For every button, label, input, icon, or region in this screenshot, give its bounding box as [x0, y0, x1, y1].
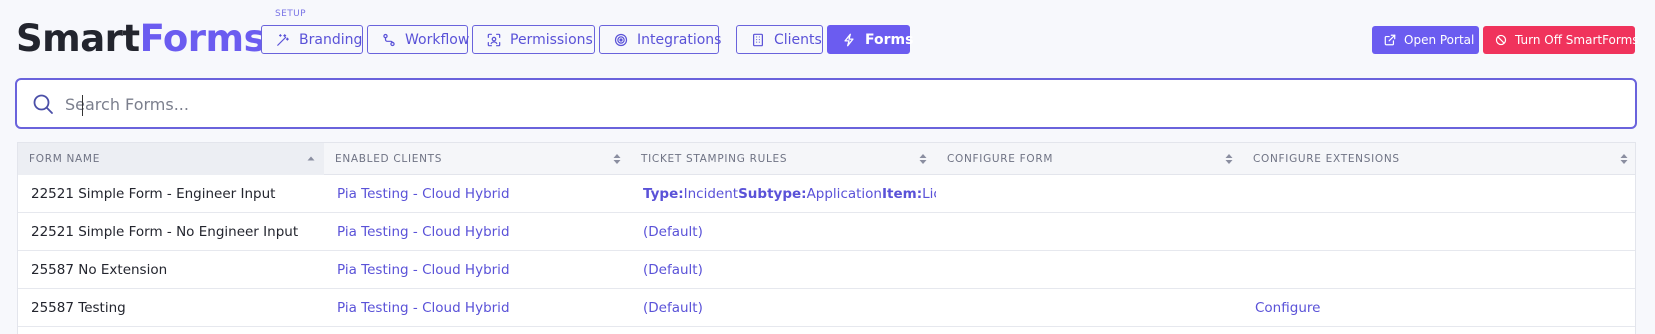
configure-extensions-link[interactable]: Configure [1242, 289, 1637, 327]
subtype-label: Subtype: [738, 186, 807, 202]
nav-workflow-label: Workflow [405, 31, 470, 48]
forms-table: FORM NAME ENABLED CLIENTS TICKET STAMPIN… [17, 142, 1636, 334]
column-header-label: FORM NAME [29, 153, 101, 165]
column-header-configure-extensions[interactable]: CONFIGURE EXTENSIONS [1242, 143, 1637, 175]
ban-icon [1495, 34, 1507, 46]
table-row[interactable]: 22521 Simple Form - No Engineer Input Pi… [18, 213, 1635, 251]
form-name-cell: 22521 Simple Form - No Engineer Input [31, 224, 299, 240]
item-label: Item: [882, 186, 923, 202]
nav-branding-label: Branding [299, 31, 363, 48]
lightning-icon [842, 33, 856, 47]
column-header-label: ENABLED CLIENTS [335, 153, 443, 165]
column-header-configure-form[interactable]: CONFIGURE FORM [936, 143, 1242, 175]
logo-text-forms: Forms [139, 17, 266, 60]
column-header-form-name[interactable]: FORM NAME [18, 143, 324, 175]
table-row[interactable]: 25587 No Extension Pia Testing - Cloud H… [18, 251, 1635, 289]
logo-text-smart: Smart [16, 17, 140, 60]
subtype-value: Application [806, 186, 882, 202]
search-icon [32, 93, 54, 115]
search-input[interactable] [65, 89, 1605, 119]
nav-forms-button[interactable]: Forms [827, 25, 914, 54]
configure-extensions-cell [1242, 175, 1637, 213]
sort-icon [918, 153, 928, 165]
nav-forms-label: Forms [865, 31, 914, 48]
enabled-client-link[interactable]: Pia Testing - Cloud Hybrid [324, 251, 630, 289]
stamping-rules-link[interactable]: (Default) [630, 213, 936, 251]
configure-form-cell [936, 213, 1242, 251]
open-portal-label: Open Portal [1404, 33, 1475, 47]
nav-branding-button[interactable]: Branding [261, 25, 363, 54]
nav-integrations-button[interactable]: Integrations [599, 25, 722, 54]
table-row[interactable]: 25587 Testing Pia Testing - Cloud Hybrid… [18, 289, 1635, 327]
turn-off-smartforms-button[interactable]: Turn Off SmartForms [1483, 26, 1639, 54]
scan-face-icon [487, 33, 501, 47]
open-portal-button[interactable]: Open Portal [1372, 26, 1479, 54]
setup-section-label: SETUP [275, 9, 306, 19]
nav-permissions-label: Permissions [510, 31, 593, 48]
text-cursor [82, 95, 83, 116]
column-header-ticket-stamping-rules[interactable]: TICKET STAMPING RULES [630, 143, 936, 175]
nav-integrations-label: Integrations [637, 31, 722, 48]
nav-clients-label: Clients [774, 31, 822, 48]
nav-workflow-button[interactable]: Workflow [367, 25, 470, 54]
target-icon [614, 33, 628, 47]
stamping-rules-link[interactable]: Type:IncidentSubtype:ApplicationItem:Lic… [630, 175, 936, 213]
sort-ascending-icon [306, 153, 316, 165]
column-header-enabled-clients[interactable]: ENABLED CLIENTS [324, 143, 630, 175]
column-header-label: TICKET STAMPING RULES [641, 153, 788, 165]
magic-wand-icon [276, 33, 290, 47]
stamping-rules-link[interactable]: (Default) [630, 251, 936, 289]
enabled-client-link[interactable]: Pia Testing - Cloud Hybrid [324, 213, 630, 251]
form-name-cell: 22521 Simple Form - Engineer Input [31, 186, 276, 202]
building-icon [751, 33, 765, 47]
configure-form-cell [936, 289, 1242, 327]
configure-form-cell [936, 175, 1242, 213]
configure-form-cell [936, 251, 1242, 289]
column-header-label: CONFIGURE EXTENSIONS [1253, 153, 1400, 165]
sort-icon [1619, 153, 1629, 165]
enabled-client-link[interactable]: Pia Testing - Cloud Hybrid [324, 289, 630, 327]
search-bar [15, 78, 1637, 129]
form-name-cell: 25587 No Extension [31, 262, 168, 278]
nav-clients-button[interactable]: Clients [736, 25, 823, 54]
enabled-client-link[interactable]: Pia Testing - Cloud Hybrid [324, 175, 630, 213]
sort-icon [1224, 153, 1234, 165]
stamping-rules-link[interactable]: (Default) [630, 289, 936, 327]
app-logo: SmartForms [16, 17, 266, 61]
configure-extensions-cell [1242, 251, 1637, 289]
table-row[interactable]: 22521 Simple Form - Engineer Input Pia T… [18, 175, 1635, 213]
type-value: Incident [683, 186, 739, 202]
route-icon [382, 33, 396, 47]
form-name-cell: 25587 Testing [31, 300, 126, 316]
configure-extensions-cell [1242, 213, 1637, 251]
turn-off-smartforms-label: Turn Off SmartForms [1515, 33, 1639, 47]
table-header: FORM NAME ENABLED CLIENTS TICKET STAMPIN… [18, 143, 1635, 175]
sort-icon [612, 153, 622, 165]
type-label: Type: [643, 186, 684, 202]
item-value: Lice [922, 186, 936, 202]
nav-permissions-button[interactable]: Permissions [472, 25, 595, 54]
column-header-label: CONFIGURE FORM [947, 153, 1054, 165]
external-link-icon [1384, 34, 1396, 46]
